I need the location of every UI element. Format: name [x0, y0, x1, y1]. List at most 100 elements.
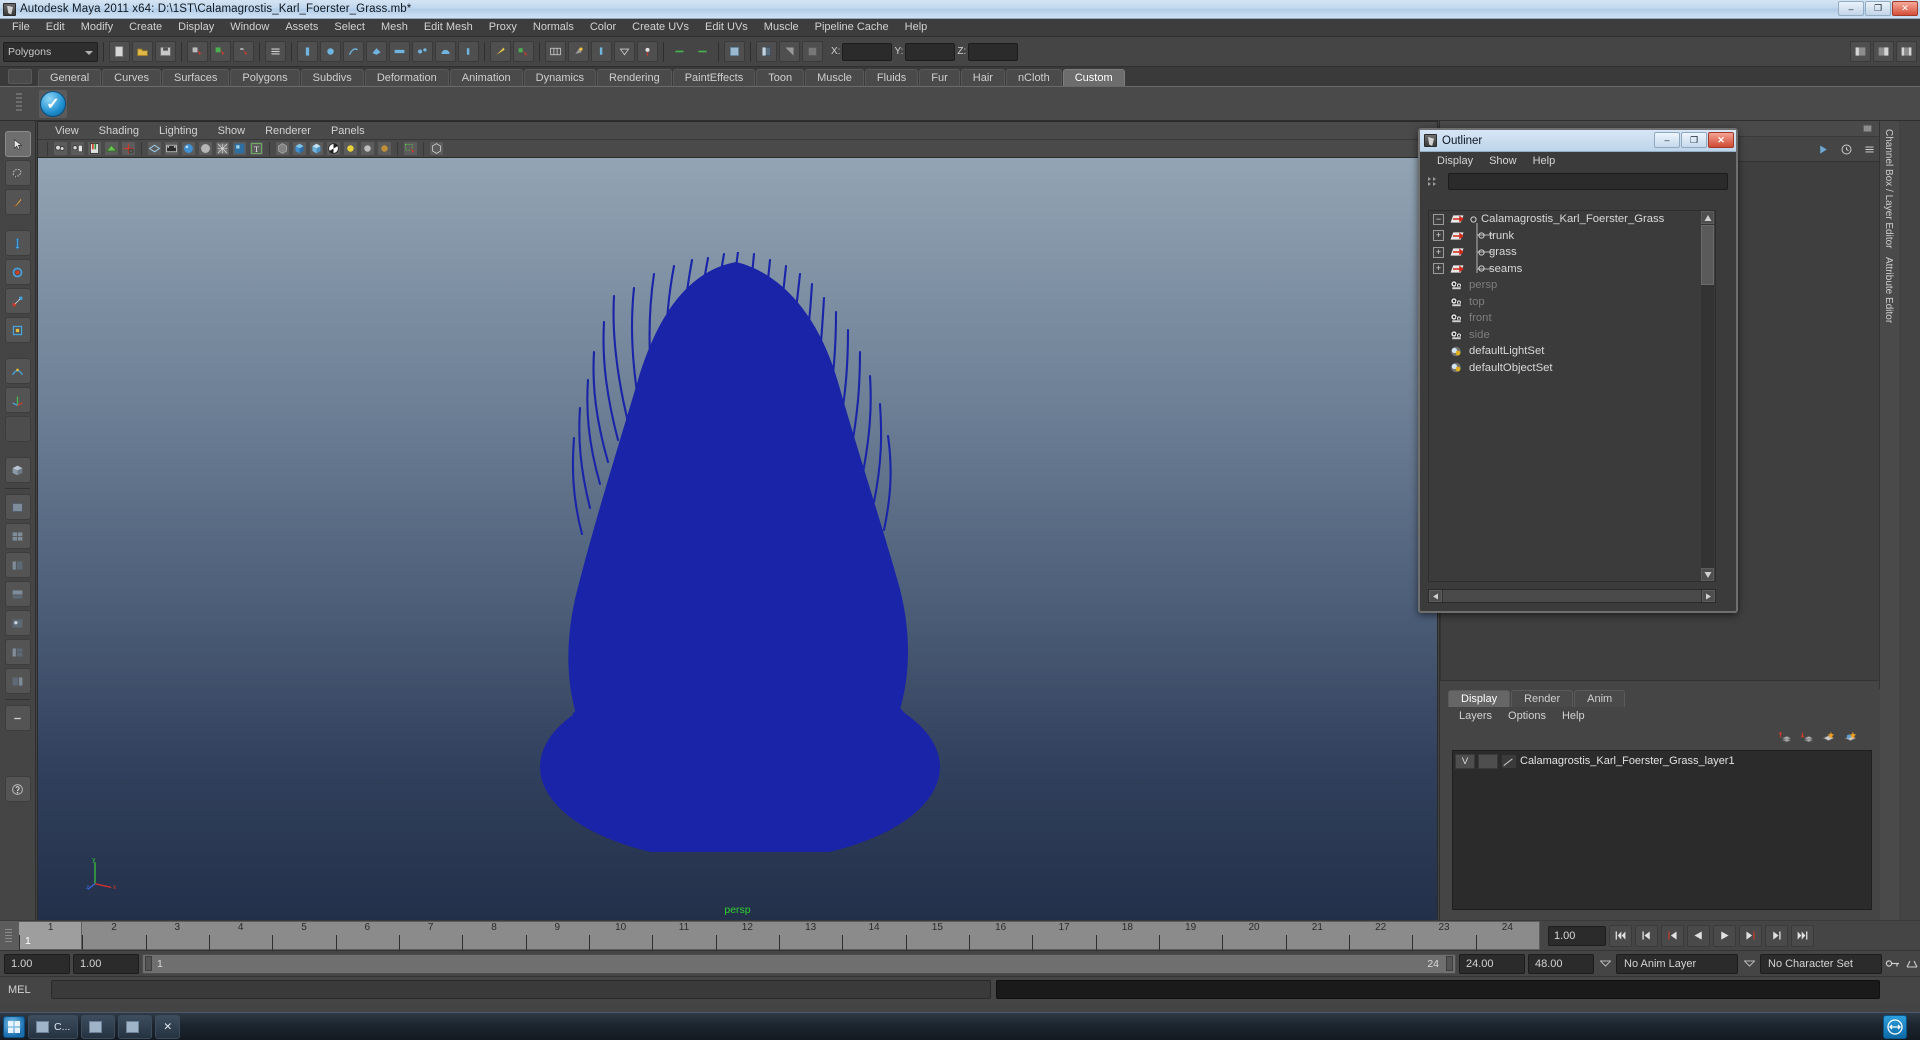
scroll-left-icon[interactable]: [1429, 590, 1442, 602]
sidebar-toggle-b-icon[interactable]: [779, 41, 800, 62]
menu-pipeline-cache[interactable]: Pipeline Cache: [807, 19, 897, 36]
two-d-pan-zoom-icon[interactable]: [121, 141, 136, 156]
smooth-shade-all-icon[interactable]: [181, 141, 196, 156]
dock-collapse-icon[interactable]: [1860, 121, 1875, 136]
show-tool-settings-icon[interactable]: [1896, 41, 1917, 62]
viewport-menu-shading[interactable]: Shading: [90, 124, 148, 138]
outliner-vertical-scrollbar[interactable]: [1701, 211, 1714, 581]
wireframe-on-shaded-icon[interactable]: [215, 141, 230, 156]
play-backwards-button[interactable]: [1687, 924, 1710, 947]
select-component-icon[interactable]: [233, 41, 254, 62]
shelf-tab-subdivs[interactable]: Subdivs: [300, 69, 364, 86]
layer-tab-anim[interactable]: Anim: [1574, 690, 1626, 707]
collapse-toolbox-button[interactable]: [4, 705, 31, 731]
layer-menu-help[interactable]: Help: [1555, 710, 1592, 722]
persp-graph-layout-button[interactable]: [4, 581, 31, 607]
layer-state-toggle[interactable]: [1478, 753, 1498, 769]
time-slider-track[interactable]: 1 1 2 3 4 5 6 7 8 9 10 11 12 13 14 15 16 17 18 19 20 21 22 23 2…: [18, 921, 1540, 950]
mask-misc-icon[interactable]: [458, 41, 479, 62]
selection-mode-selector[interactable]: Polygons: [3, 41, 98, 62]
scrollbar-thumb[interactable]: [1701, 225, 1714, 285]
outliner-item-defaultlightset[interactable]: defaultLightSet: [1429, 343, 1715, 360]
view-cube-compass-button[interactable]: [4, 457, 31, 483]
mask-surface-icon[interactable]: [366, 41, 387, 62]
open-editor-icon[interactable]: [724, 41, 745, 62]
shelf-tab-deformation[interactable]: Deformation: [364, 69, 449, 86]
layer-visibility-toggle[interactable]: V: [1455, 753, 1475, 769]
taskbar-item-3[interactable]: [118, 1014, 153, 1039]
select-hierarchy-icon[interactable]: [187, 41, 208, 62]
help-line-icon[interactable]: [4, 776, 31, 802]
menu-color[interactable]: Color: [582, 19, 624, 36]
construction-history-icon[interactable]: [545, 41, 566, 62]
new-layer-from-selected-icon[interactable]: [1843, 729, 1858, 744]
close-button[interactable]: ✕: [1892, 1, 1918, 16]
outliner-item-defaultobjectset[interactable]: defaultObjectSet: [1429, 360, 1715, 377]
character-set-dropdown-icon[interactable]: [1741, 955, 1757, 973]
menu-edit-uvs[interactable]: Edit UVs: [697, 19, 756, 36]
scroll-down-icon[interactable]: [1701, 568, 1714, 581]
shelf-tab-animation[interactable]: Animation: [449, 69, 523, 86]
outliner-menu-display[interactable]: Display: [1430, 155, 1480, 167]
menu-muscle[interactable]: Muscle: [756, 19, 807, 36]
go-to-start-button[interactable]: [1609, 924, 1632, 947]
toggle-rail-1-icon[interactable]: [669, 41, 690, 62]
outliner-item-seams[interactable]: + seams: [1429, 261, 1715, 278]
outliner-close-button[interactable]: ✕: [1708, 132, 1734, 148]
persp-outliner-layout-button[interactable]: [4, 668, 31, 694]
step-back-frame-button[interactable]: [1661, 924, 1684, 947]
select-tool-button[interactable]: [4, 131, 31, 157]
shelf-tab-fur[interactable]: Fur: [919, 69, 960, 86]
channel-box-list-icon[interactable]: [1862, 142, 1877, 157]
menu-file[interactable]: File: [4, 19, 38, 36]
outliner-horizontal-scrollbar[interactable]: [1428, 589, 1716, 603]
menu-edit[interactable]: Edit: [38, 19, 73, 36]
save-scene-icon[interactable]: [155, 41, 176, 62]
step-forward-frame-button[interactable]: [1739, 924, 1762, 947]
new-empty-layer-icon[interactable]: [1821, 729, 1836, 744]
outliner-tree[interactable]: − Calamagrostis_Karl_Foerster_Grass + tr…: [1428, 210, 1716, 582]
new-scene-icon[interactable]: [109, 41, 130, 62]
tab-attribute-editor[interactable]: Attribute Editor: [1883, 257, 1894, 323]
all-lights-icon[interactable]: [360, 141, 375, 156]
viewport-menu-panels[interactable]: Panels: [322, 124, 374, 138]
shade-no-texture-icon[interactable]: [198, 141, 213, 156]
taskbar-item-maya[interactable]: C...: [28, 1014, 79, 1039]
range-handle-left[interactable]: [145, 956, 152, 971]
outliner-persp-layout-button[interactable]: [4, 552, 31, 578]
menu-modify[interactable]: Modify: [73, 19, 121, 36]
outliner-item-root[interactable]: − Calamagrostis_Karl_Foerster_Grass: [1429, 211, 1715, 228]
single-pane-layout-button[interactable]: [4, 494, 31, 520]
mask-curve-icon[interactable]: [343, 41, 364, 62]
menu-display[interactable]: Display: [170, 19, 222, 36]
outliner-item-front[interactable]: front: [1429, 310, 1715, 327]
high-quality-render-icon[interactable]: [326, 141, 341, 156]
tab-channel-box-layer-editor[interactable]: Channel Box / Layer Editor: [1883, 129, 1894, 249]
bookmark-icon[interactable]: [87, 141, 102, 156]
shelf-tab-hair[interactable]: Hair: [960, 69, 1005, 86]
menu-help[interactable]: Help: [897, 19, 936, 36]
move-layer-up-icon[interactable]: [1777, 729, 1792, 744]
render-settings-icon[interactable]: [614, 41, 635, 62]
layer-name[interactable]: Calamagrostis_Karl_Foerster_Grass_layer1: [1520, 755, 1735, 767]
shadows-icon[interactable]: [377, 141, 392, 156]
shelf-tab-ncloth[interactable]: nCloth: [1005, 69, 1062, 86]
viewport-menu-view[interactable]: View: [46, 124, 88, 138]
scroll-up-icon[interactable]: [1701, 211, 1714, 224]
outliner-graph-layout-button[interactable]: [4, 639, 31, 665]
shelf-tab-curves[interactable]: Curves: [102, 69, 161, 86]
hypershade-icon[interactable]: [637, 41, 658, 62]
step-back-key-button[interactable]: [1635, 924, 1658, 947]
mask-handle-icon[interactable]: [297, 41, 318, 62]
axis-z-field[interactable]: [968, 42, 1019, 61]
lasso-tool-button[interactable]: [4, 160, 31, 186]
viewport-3d-canvas[interactable]: y x z persp: [38, 158, 1437, 921]
menu-list-icon[interactable]: [265, 41, 286, 62]
mel-command-input[interactable]: [51, 980, 991, 999]
layer-list[interactable]: V Calamagrostis_Karl_Foerster_Grass_laye…: [1452, 750, 1872, 910]
shelf-tab-rendering[interactable]: Rendering: [596, 69, 672, 86]
snap-curve-icon[interactable]: [513, 41, 534, 62]
show-attribute-editor-icon[interactable]: [1873, 41, 1894, 62]
default-light-icon[interactable]: [343, 141, 358, 156]
channel-box-clock-icon[interactable]: [1839, 142, 1854, 157]
